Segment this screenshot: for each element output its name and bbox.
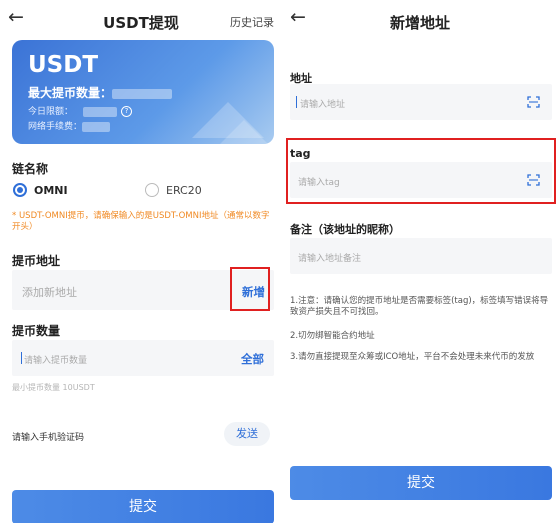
daily-limit-row: 今日限额：? bbox=[28, 104, 133, 117]
amount-field[interactable]: 请输入提币数量 bbox=[12, 340, 274, 376]
add-address-header: ← 新增地址 bbox=[282, 0, 558, 40]
tag-label: tag bbox=[290, 147, 311, 160]
chain-label: 链名称 bbox=[12, 162, 49, 176]
send-code-button[interactable]: 发送 bbox=[224, 422, 270, 446]
text-cursor bbox=[296, 96, 297, 108]
amount-placeholder: 请输入提币数量 bbox=[24, 356, 88, 366]
submit-button[interactable]: 提交 bbox=[12, 490, 274, 523]
all-button[interactable]: 全部 bbox=[241, 351, 264, 367]
radio-erc20[interactable] bbox=[145, 183, 159, 197]
address-placeholder: 添加新地址 bbox=[22, 286, 77, 299]
network-fee-label: 网络手续费： bbox=[28, 122, 83, 132]
history-link[interactable]: 历史记录 bbox=[230, 14, 274, 30]
network-fee-row: 网络手续费： bbox=[28, 119, 111, 132]
amount-label: 提币数量 bbox=[12, 324, 61, 338]
note-item: 2.切勿绑智能合约地址 bbox=[290, 331, 375, 341]
note-item: 3.请勿直接提现至众筹或ICO地址，平台不会处理未来代币的发放 bbox=[290, 352, 535, 362]
remark-input[interactable]: 请输入地址备注 bbox=[290, 238, 552, 274]
note-item: 1.注意：请确认您的提币地址是否需要标签(tag)，标签填写错误将导致资产损失且… bbox=[290, 296, 549, 317]
address-placeholder: 请输入地址 bbox=[300, 100, 346, 110]
radio-omni[interactable] bbox=[13, 183, 27, 197]
submit-button[interactable]: 提交 bbox=[290, 466, 552, 500]
withdraw-header: ← USDT提现 历史记录 bbox=[0, 0, 282, 40]
redacted-value bbox=[112, 88, 173, 99]
redacted-value bbox=[82, 121, 111, 132]
daily-limit-label: 今日限额： bbox=[28, 107, 74, 117]
sms-code-label[interactable]: 请输入手机验证码 bbox=[12, 430, 84, 443]
scan-icon[interactable] bbox=[527, 96, 540, 108]
radio-omni-label: OMNI bbox=[34, 184, 68, 197]
radio-erc20-label: ERC20 bbox=[166, 184, 202, 197]
tag-placeholder: 请输入tag bbox=[298, 178, 340, 188]
address-label: 提币地址 bbox=[12, 254, 61, 268]
usdt-balance-card: USDT 最大提币数量： 今日限额：? 网络手续费： bbox=[12, 40, 274, 144]
add-address-screen: ← 新增地址 地址 请输入地址 tag 请输入tag 备注（该地址的昵称） 请输… bbox=[282, 0, 558, 523]
remark-label: 备注（该地址的昵称） bbox=[290, 223, 400, 236]
scan-icon[interactable] bbox=[527, 174, 540, 186]
address-input[interactable]: 请输入地址 bbox=[290, 84, 552, 120]
card-coin-title: USDT bbox=[28, 52, 99, 78]
max-withdraw-label: 最大提币数量： bbox=[28, 86, 113, 100]
page-title: 新增地址 bbox=[389, 14, 450, 32]
remark-placeholder: 请输入地址备注 bbox=[298, 254, 362, 264]
min-withdraw-hint: 最小提币数量 10USDT bbox=[12, 383, 95, 392]
tag-input[interactable]: 请输入tag bbox=[290, 162, 552, 198]
decorative-shape bbox=[208, 120, 274, 144]
withdraw-screen: ← USDT提现 历史记录 USDT 最大提币数量： 今日限额：? 网络手续费：… bbox=[0, 0, 282, 523]
redacted-value bbox=[83, 106, 118, 117]
text-cursor bbox=[21, 352, 22, 364]
max-withdraw-row: 最大提币数量： bbox=[28, 84, 173, 101]
question-circle-icon[interactable]: ? bbox=[121, 106, 133, 117]
chain-warning: * USDT-OMNI提币，请确保输入的是USDT-OMNI地址（通常以数字开头… bbox=[12, 211, 270, 232]
highlight-box bbox=[230, 267, 270, 311]
